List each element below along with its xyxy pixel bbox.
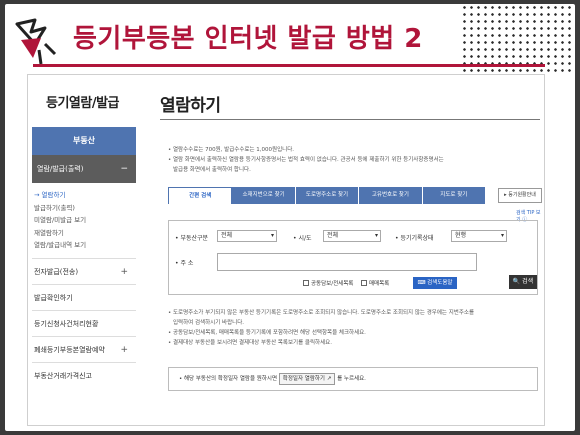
joint-collateral-checkbox[interactable]: 공동담보/전세목록: [303, 279, 353, 287]
tab-unique-number[interactable]: 고유번호로 찾기: [359, 187, 423, 204]
slide: 등기부등본 인터넷 발급 방법 2 등기열람/발급 열람하기 부동산 열람/발급…: [5, 4, 575, 431]
record-status-label: • 등기기록상태: [395, 235, 434, 242]
sidebar-item-label: 폐쇄등기부등본열람예약: [34, 345, 105, 354]
slide-title: 등기부등본 인터넷 발급 방법 2: [73, 24, 423, 54]
sidebar-item-label: 열람/발급(출력): [37, 165, 84, 173]
submenu-history[interactable]: 열람/발급내역 보기: [34, 239, 136, 252]
sidebar-item-label: 발급확인하기: [34, 293, 73, 302]
expand-icon[interactable]: +: [120, 337, 128, 363]
city-label: • 시/도: [293, 235, 312, 242]
search-form: • 부동산구분 전체 • 시/도 전체 • 등기기록상태 현행 • 주 소 공동…: [168, 220, 538, 295]
search-button[interactable]: 🔍 검색: [509, 275, 537, 289]
note-legal-cont: 발급용 화면에서 출력하여 합니다.: [173, 167, 251, 173]
notice-prefix: • 해당 부동산의 확정일자 열람을 원하시면: [179, 376, 278, 382]
search-help-button[interactable]: ⌨ 검색도움말: [413, 277, 457, 289]
checkbox-icon: [361, 280, 367, 286]
checkbox-label: 매매목록: [369, 281, 390, 287]
checkbox-icon: [303, 280, 309, 286]
submenu-review[interactable]: 재열람하기: [34, 227, 136, 240]
fixed-date-view-button[interactable]: 확정일자 열람하기 ↗: [278, 373, 336, 385]
checkbox-label: 공동담보/전세목록: [311, 281, 354, 287]
tab-road-address[interactable]: 도로명주소로 찾기: [295, 187, 360, 204]
sidebar-item-label: 부동산거래가격신고: [34, 371, 92, 380]
city-select[interactable]: 전체: [323, 230, 381, 242]
sidebar-item-verify[interactable]: 발급확인하기: [32, 283, 136, 310]
sidebar: 부동산 열람/발급(출력) − → 열람하기 발급하기(출력) 미열람/미발급 …: [28, 127, 136, 388]
sidebar-item-e-issue[interactable]: 전자발급(전송) +: [32, 257, 136, 285]
notes-top: • 열람수수료는 700원, 발급수수료는 1,000원입니다. • 열람 화면…: [168, 145, 528, 175]
title-underline: [33, 64, 545, 67]
property-type-select[interactable]: 전체: [217, 230, 277, 242]
record-status-select[interactable]: 현행: [451, 230, 507, 242]
burst-icon: [15, 18, 57, 65]
note-checkbox: • 공동담보/전세목록, 매매목록을 등기기록에 포함하려면 해당 선택항목을 …: [168, 330, 366, 336]
note-legal: • 열람 화면에서 출력하신 열람용 등기사항증명서는 법적 효력이 없습니다.…: [168, 157, 444, 163]
address-input[interactable]: [217, 253, 477, 271]
property-type-label: • 부동산구분: [175, 235, 209, 242]
note-fee: • 열람수수료는 700원, 발급수수료는 1,000원입니다.: [168, 147, 294, 153]
tab-lot-number[interactable]: 소재지번으로 찾기: [232, 187, 296, 204]
note-road-address-cont: 입력하여 검색하시기 바랍니다.: [173, 320, 245, 326]
page-title: 열람하기: [160, 96, 221, 116]
notes-bottom: • 도로명주소가 부기되지 않은 부동산 등기기록은 도로명주소로 조회되지 않…: [168, 308, 538, 348]
collapse-icon[interactable]: −: [120, 155, 128, 183]
submenu-view[interactable]: → 열람하기: [34, 189, 136, 202]
website-screenshot: 등기열람/발급 열람하기 부동산 열람/발급(출력) − → 열람하기 발급하기…: [27, 74, 545, 426]
sidebar-item-label: 전자발급(전송): [34, 267, 79, 276]
side-title: 등기열람/발급: [46, 96, 120, 111]
tab-map[interactable]: 지도로 찾기: [422, 187, 487, 204]
note-payment: • 결제대상 부동산을 보시려면 결제대상 부동산 목록보기를 클릭하세요.: [168, 340, 332, 346]
fixed-date-notice: • 해당 부동산의 확정일자 열람을 원하시면 확정일자 열람하기 ↗ 를 누르…: [168, 367, 538, 391]
notice-suffix: 를 누르세요.: [337, 376, 366, 382]
registry-guide-button[interactable]: ▸ 등기원활안내: [498, 188, 542, 203]
expand-icon[interactable]: +: [120, 259, 128, 285]
address-label: • 주 소: [175, 260, 194, 267]
submenu-pending[interactable]: 미열람/미발급 보기: [34, 214, 136, 227]
search-tabs: 간편 검색 소재지번으로 찾기 도로명주소로 찾기 고유번호로 찾기 지도로 찾…: [168, 187, 487, 204]
title-divider: [160, 119, 540, 120]
note-road-address: • 도로명주소가 부기되지 않은 부동산 등기기록은 도로명주소로 조회되지 않…: [168, 310, 475, 316]
sidebar-item-price-report[interactable]: 부동산거래가격신고: [32, 361, 136, 388]
tab-simple-search[interactable]: 간편 검색: [168, 187, 233, 204]
sale-list-checkbox[interactable]: 매매목록: [361, 279, 389, 287]
sidebar-item-case-status[interactable]: 등기신청사건처리현황: [32, 309, 136, 336]
sidebar-item-label: 등기신청사건처리현황: [34, 319, 99, 328]
sidebar-submenu: → 열람하기 발급하기(출력) 미열람/미발급 보기 재열람하기 열람/발급내역…: [28, 183, 136, 252]
submenu-issue[interactable]: 발급하기(출력): [34, 202, 136, 215]
sidebar-item-view-issue[interactable]: 열람/발급(출력) −: [32, 155, 136, 183]
sidebar-item-closed-reservation[interactable]: 폐쇄등기부등본열람예약 +: [32, 335, 136, 363]
sidebar-category[interactable]: 부동산: [32, 127, 136, 155]
